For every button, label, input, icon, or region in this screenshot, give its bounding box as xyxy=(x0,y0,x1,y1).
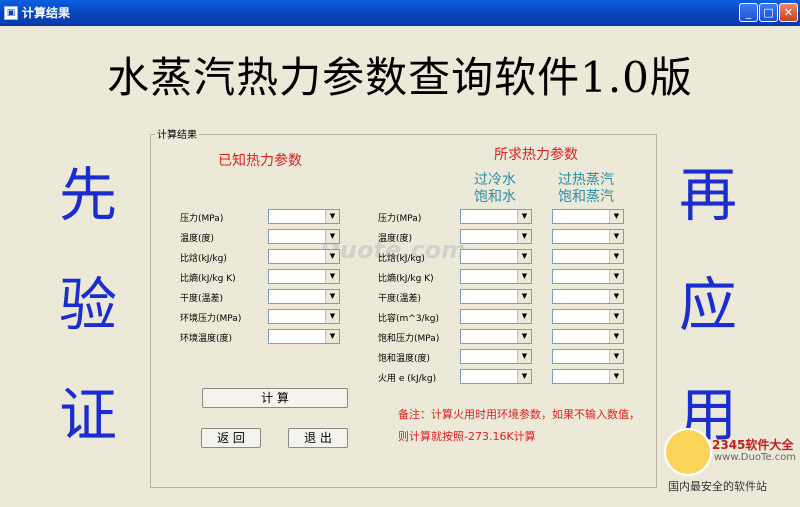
dropdown-arrow-icon[interactable]: ▼ xyxy=(609,310,623,323)
logo-url-text: www.DuoTe.com xyxy=(714,452,797,463)
subcooled-value-combo[interactable]: ▼ xyxy=(460,309,532,324)
known-param-label: 环境压力(MPa) xyxy=(180,314,242,324)
dropdown-arrow-icon[interactable]: ▼ xyxy=(609,370,623,383)
dropdown-arrow-icon[interactable]: ▼ xyxy=(325,290,339,303)
subcooled-value-combo[interactable]: ▼ xyxy=(460,329,532,344)
close-button[interactable]: ✕ xyxy=(779,3,798,22)
superheated-value-combo[interactable]: ▼ xyxy=(552,369,624,384)
logo-bottom-text: 国内最安全的软件站 xyxy=(668,480,767,493)
result-param-label: 比焓(kJ/kg) xyxy=(378,254,425,264)
subcooled-value-combo[interactable]: ▼ xyxy=(460,249,532,264)
window-titlebar[interactable]: ▣ 计算结果 _ □ ✕ xyxy=(0,0,800,26)
back-button[interactable]: 返 回 xyxy=(201,428,261,448)
dropdown-arrow-icon[interactable]: ▼ xyxy=(609,210,623,223)
dropdown-arrow-icon[interactable]: ▼ xyxy=(325,210,339,223)
dropdown-arrow-icon[interactable]: ▼ xyxy=(609,230,623,243)
dropdown-arrow-icon[interactable]: ▼ xyxy=(517,270,531,283)
col-header-superheated: 过热蒸汽 饱和蒸汽 xyxy=(550,172,622,206)
dropdown-arrow-icon[interactable]: ▼ xyxy=(517,370,531,383)
known-param-label: 温度(度) xyxy=(180,234,215,244)
left-slogan-char: 证 xyxy=(58,381,117,449)
superheated-value-combo[interactable]: ▼ xyxy=(552,349,624,364)
dropdown-arrow-icon[interactable]: ▼ xyxy=(517,250,531,263)
maximize-button[interactable]: □ xyxy=(759,3,778,22)
result-param-label: 比容(m^3/kg) xyxy=(378,314,440,324)
superheated-value-combo[interactable]: ▼ xyxy=(552,249,624,264)
left-slogan: 先 验 证 xyxy=(48,166,128,496)
dropdown-arrow-icon[interactable]: ▼ xyxy=(517,310,531,323)
subcooled-value-combo[interactable]: ▼ xyxy=(460,289,532,304)
dropdown-arrow-icon[interactable]: ▼ xyxy=(517,350,531,363)
left-slogan-char: 先 xyxy=(58,161,117,229)
subcooled-value-combo[interactable]: ▼ xyxy=(460,209,532,224)
dropdown-arrow-icon[interactable]: ▼ xyxy=(325,330,339,343)
app-icon: ▣ xyxy=(4,6,18,20)
known-param-combo[interactable]: ▼ xyxy=(268,309,340,324)
window-title: 计算结果 xyxy=(22,6,71,20)
result-param-label: 火用 e (kJ/kg) xyxy=(378,374,437,384)
result-param-label: 比熵(kJ/kg K) xyxy=(378,274,434,284)
dropdown-arrow-icon[interactable]: ▼ xyxy=(325,250,339,263)
logo-mascot-icon xyxy=(664,428,712,476)
logo-main-text: 2345软件大全 xyxy=(712,438,794,452)
col-header-line: 饱和水 xyxy=(474,189,516,205)
subcooled-value-combo[interactable]: ▼ xyxy=(460,229,532,244)
calculate-button[interactable]: 计 算 xyxy=(202,388,348,408)
result-params-header: 所求热力参数 xyxy=(494,147,578,163)
col-header-line: 过冷水 xyxy=(474,172,516,188)
col-header-line: 过热蒸汽 xyxy=(558,172,614,188)
note-text: 备注：计算火用时用环境参数，如果不输入数值，则计算就按照-273.16K计算 xyxy=(398,408,640,443)
known-param-combo[interactable]: ▼ xyxy=(268,329,340,344)
known-params-header: 已知热力参数 xyxy=(218,153,302,169)
subcooled-value-combo[interactable]: ▼ xyxy=(460,369,532,384)
site-logo: 2345软件大全 www.DuoTe.com 国内最安全的软件站 xyxy=(662,426,798,506)
known-param-combo[interactable]: ▼ xyxy=(268,249,340,264)
known-param-combo[interactable]: ▼ xyxy=(268,269,340,284)
main-panel: 水蒸汽热力参数查询软件1.0版 先 验 证 再 应 用 计算结果 已知热力参数 … xyxy=(0,26,800,507)
known-param-label: 比焓(kJ/kg) xyxy=(180,254,227,264)
col-header-subcooled: 过冷水 饱和水 xyxy=(464,172,526,206)
result-param-label: 压力(MPa) xyxy=(378,214,422,224)
dropdown-arrow-icon[interactable]: ▼ xyxy=(609,330,623,343)
col-header-line: 饱和蒸汽 xyxy=(558,189,614,205)
result-param-label: 干度(温差) xyxy=(378,294,422,304)
minimize-button[interactable]: _ xyxy=(739,3,758,22)
superheated-value-combo[interactable]: ▼ xyxy=(552,309,624,324)
dropdown-arrow-icon[interactable]: ▼ xyxy=(609,250,623,263)
dropdown-arrow-icon[interactable]: ▼ xyxy=(609,350,623,363)
left-slogan-char: 验 xyxy=(58,271,117,339)
superheated-value-combo[interactable]: ▼ xyxy=(552,329,624,344)
exit-button[interactable]: 退 出 xyxy=(288,428,348,448)
known-param-label: 干度(温差) xyxy=(180,294,224,304)
result-param-label: 饱和压力(MPa) xyxy=(378,334,440,344)
right-slogan-char: 应 xyxy=(678,271,737,339)
superheated-value-combo[interactable]: ▼ xyxy=(552,289,624,304)
groupbox-title: 计算结果 xyxy=(155,126,199,141)
dropdown-arrow-icon[interactable]: ▼ xyxy=(325,270,339,283)
app-title: 水蒸汽热力参数查询软件1.0版 xyxy=(107,53,693,102)
dropdown-arrow-icon[interactable]: ▼ xyxy=(325,230,339,243)
dropdown-arrow-icon[interactable]: ▼ xyxy=(609,290,623,303)
known-param-combo[interactable]: ▼ xyxy=(268,229,340,244)
right-slogan-char: 再 xyxy=(678,161,737,229)
known-param-label: 比熵(kJ/kg K) xyxy=(180,274,236,284)
superheated-value-combo[interactable]: ▼ xyxy=(552,229,624,244)
result-param-label: 温度(度) xyxy=(378,234,413,244)
dropdown-arrow-icon[interactable]: ▼ xyxy=(609,270,623,283)
dropdown-arrow-icon[interactable]: ▼ xyxy=(517,210,531,223)
result-param-label: 饱和温度(度) xyxy=(378,354,431,364)
dropdown-arrow-icon[interactable]: ▼ xyxy=(517,290,531,303)
superheated-value-combo[interactable]: ▼ xyxy=(552,209,624,224)
dropdown-arrow-icon[interactable]: ▼ xyxy=(325,310,339,323)
subcooled-value-combo[interactable]: ▼ xyxy=(460,269,532,284)
subcooled-value-combo[interactable]: ▼ xyxy=(460,349,532,364)
known-param-combo[interactable]: ▼ xyxy=(268,289,340,304)
superheated-value-combo[interactable]: ▼ xyxy=(552,269,624,284)
known-param-label: 环境温度(度) xyxy=(180,334,233,344)
dropdown-arrow-icon[interactable]: ▼ xyxy=(517,230,531,243)
dropdown-arrow-icon[interactable]: ▼ xyxy=(517,330,531,343)
known-param-label: 压力(MPa) xyxy=(180,214,224,224)
known-param-combo[interactable]: ▼ xyxy=(268,209,340,224)
